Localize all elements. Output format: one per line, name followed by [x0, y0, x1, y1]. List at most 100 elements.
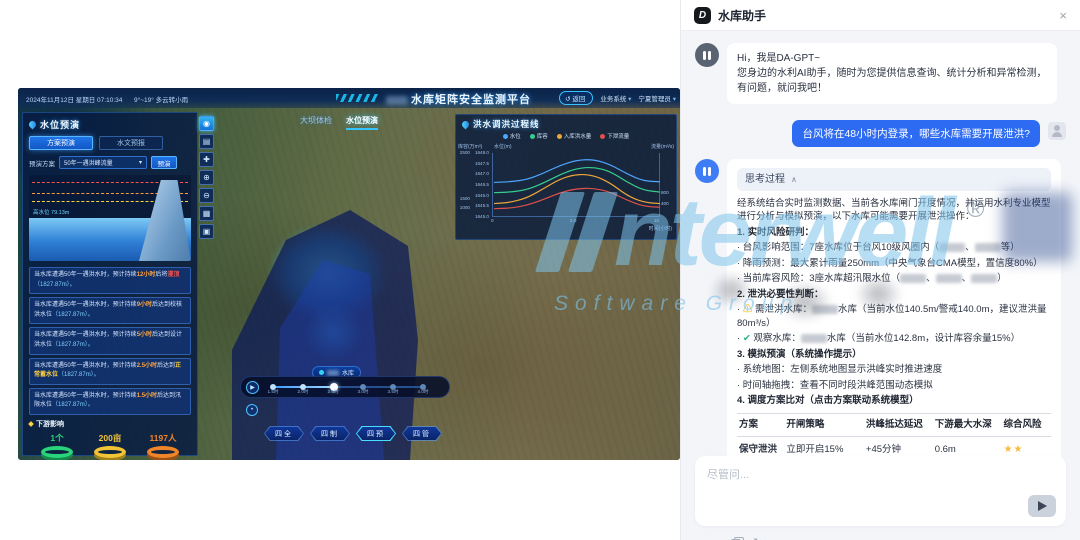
alert-segment: 2.5小时	[136, 362, 158, 369]
text-segment: · 系统地图：左侧系统地图显示洪峰实时推进速度	[737, 364, 943, 376]
timeline-label: 2.0时	[297, 389, 309, 394]
snapshot-icon[interactable]: ▣	[199, 224, 214, 239]
x-tick: 5.0	[570, 218, 577, 223]
legend-label: 库容	[536, 134, 548, 140]
redacted-text: ███	[974, 243, 1001, 253]
axis-label-flow: 流量(m³/s)	[650, 144, 674, 150]
panel-tabs: 方案预演 水文预报	[29, 136, 191, 150]
panel-tab-方案预演[interactable]: 方案预演	[29, 136, 93, 150]
layers-icon[interactable]: ▤	[199, 134, 214, 149]
alert-message: 当水库遭遇50年一遇洪水时，预计持续1.5小时后达到汛限水位（1827.87m）…	[29, 387, 191, 415]
assistant-avatar	[695, 43, 719, 67]
text-segment: 水库（当前水位142.8m，设计库容余量15%）	[826, 333, 1021, 345]
chart-title: 洪水调洪过程线	[473, 119, 540, 129]
table-header-cell: 洪峰抵达延迟	[863, 412, 933, 438]
earth-icon[interactable]: ◉	[199, 116, 214, 131]
text-segment: · 当前库容风险：3座水库超汛限水位（	[737, 273, 901, 285]
impact-stats: 1个预计影响村庄200亩预计影响耕地1197人预计影响人口	[29, 432, 191, 460]
chevron-down-icon: ▾	[628, 96, 632, 103]
user-message-row: 台风将在48小时内登录，哪些水库需要开展泄洪?	[695, 120, 1066, 147]
mode-button-四预[interactable]: 四预	[356, 426, 396, 441]
alert-segment: 当水库遭遇50年一遇洪水时，预计持续	[34, 392, 137, 399]
level-tick: 1647.5	[474, 160, 489, 166]
platform-title: 水库矩阵安全监测平台	[386, 91, 531, 107]
impact-value: 1个	[50, 432, 64, 443]
panel-tab-水文预报[interactable]: 水文预报	[99, 136, 163, 150]
legend-item-库容[interactable]: 库容	[529, 132, 548, 140]
alert-message: 当水库遭遇50年一遇洪水时，预计持续2.5小时后达到正常蓄水位（1827.87m…	[29, 357, 191, 385]
send-button[interactable]	[1028, 495, 1056, 517]
flow-tick: 800	[661, 189, 669, 195]
legend-dot-icon	[600, 133, 606, 139]
storage-axis-ticks: 2500 1500 1000	[458, 150, 471, 217]
text-segment: · 台风影响范围：7座水库位于台风10级风圈内（	[737, 242, 940, 254]
impact-value: 1197人	[149, 432, 177, 443]
alert-message: 当水库遭遇50年一遇洪水时，预计持续12小时后将漫顶 （1827.87m）。	[29, 267, 191, 295]
user-menu[interactable]: 宁夏管理员 ▾	[638, 93, 676, 103]
map-tab-水位预演[interactable]: 水位预演	[346, 115, 378, 130]
weather-label: 9°~19° 多云转小雨	[134, 97, 189, 104]
map-tab-大坝体检[interactable]: 大坝体检	[300, 115, 332, 130]
alert-message: 当水库遭遇50年一遇洪水时，预计持续9小时后达到校核洪水位（1827.87m）。	[29, 297, 191, 325]
play-button[interactable]: ▶	[246, 381, 259, 394]
redacted-reservoir-name	[327, 369, 339, 376]
timeline-label: 3.5时	[387, 389, 399, 394]
redacted-text: ███	[811, 305, 838, 315]
run-simulation-button[interactable]: 预演	[151, 156, 177, 169]
mode-button-label: 四制	[311, 427, 349, 440]
text-segment: 3. 模拟预演（系统操作提示）	[737, 348, 862, 360]
text-segment: 等）	[1000, 242, 1020, 254]
greeting-row: Hi，我是DA-GPT~ 您身边的水利AI助手，随时为您提供信息查询、统计分析和…	[695, 43, 1066, 104]
text-segment: ⚠	[742, 304, 753, 316]
chevron-down-icon: ▾	[672, 96, 676, 103]
table-header-cell: 下游最大水深	[932, 412, 1002, 438]
redacted-text: ███	[971, 274, 998, 284]
answer-line: 1. 实时风险研判：	[737, 226, 1051, 239]
chevron-down-icon: ▾	[138, 160, 142, 166]
assistant-panel: D 水库助手 × Hi，我是DA-GPT~ 您身边的水利AI助手，随时为您提供信…	[680, 0, 1080, 540]
close-icon[interactable]: ×	[1059, 8, 1067, 23]
plan-select[interactable]: 50年一遇洪峰流量 ▾	[59, 156, 147, 169]
text-segment: 4. 调度方案比对（点击方案联动系统模型）	[737, 395, 919, 407]
zoom-in-icon[interactable]: ⊕	[199, 170, 214, 185]
mode-button-四全[interactable]: 四全	[264, 426, 304, 441]
table-header-row: 方案 开闸策略 洪峰抵达延迟 下游最大水深 综合风险	[737, 412, 1051, 438]
legend-item-入库洪水量[interactable]: 入库洪水量	[556, 132, 591, 140]
mode-button-四管[interactable]: 四管	[402, 426, 442, 441]
zoom-out-icon[interactable]: ⊖	[199, 188, 214, 203]
marker-dot-icon	[319, 370, 324, 375]
flow-axis-ticks: 800 400	[660, 153, 674, 217]
alert-segment: 5小时	[136, 332, 153, 339]
legend-label: 水位	[509, 134, 521, 140]
send-icon	[1037, 501, 1047, 511]
text-segment: 、	[961, 273, 972, 285]
level-tick: 1648.0	[474, 150, 489, 155]
legend-dot-icon	[502, 133, 508, 139]
timeline-secondary-button[interactable]: •	[246, 404, 258, 416]
alert-segment: 当水库遭遇50年一遇洪水时，预计持续	[34, 302, 137, 309]
level-tick: 1646.0	[474, 192, 489, 198]
x-tick: 10	[654, 218, 660, 223]
back-button[interactable]: ↺ 返回	[559, 91, 594, 105]
mode-button-四制[interactable]: 四制	[310, 426, 350, 441]
thinking-process-toggle[interactable]: 思考过程 ∧	[737, 168, 1051, 191]
chevron-up-icon: ∧	[791, 174, 797, 184]
impact-ring-icon	[94, 445, 126, 458]
answer-line: 2. 泄洪必要性判断：	[737, 288, 1051, 301]
legend-label: 下泄流量	[607, 134, 630, 140]
grid-icon[interactable]: ▦	[199, 206, 214, 221]
alert-segment: （1827.87m）。	[52, 402, 94, 409]
legend-item-下泄流量[interactable]: 下泄流量	[600, 132, 629, 140]
tools-icon[interactable]: ✚	[199, 152, 214, 167]
legend-item-水位[interactable]: 水位	[502, 132, 521, 140]
timeline-label: 3.0时	[357, 389, 369, 394]
water-level-value: 高水位 79.13m	[33, 210, 70, 216]
chat-input[interactable]	[695, 456, 1066, 500]
timeline-track[interactable]	[270, 383, 426, 391]
answer-line: · 降雨预测：最大累计雨量250mm（中央气象台CMA模型，置信度80%）	[737, 257, 1051, 270]
timeline-label: 4.0时	[417, 389, 429, 394]
impact-title: 下游影响	[36, 420, 64, 428]
business-system-menu[interactable]: 业务系统 ▾	[600, 93, 631, 103]
impact-item: 1197人预计影响人口	[137, 432, 189, 460]
chart-legend: 水位 库容 入库洪水量 下泄流量	[456, 132, 676, 140]
